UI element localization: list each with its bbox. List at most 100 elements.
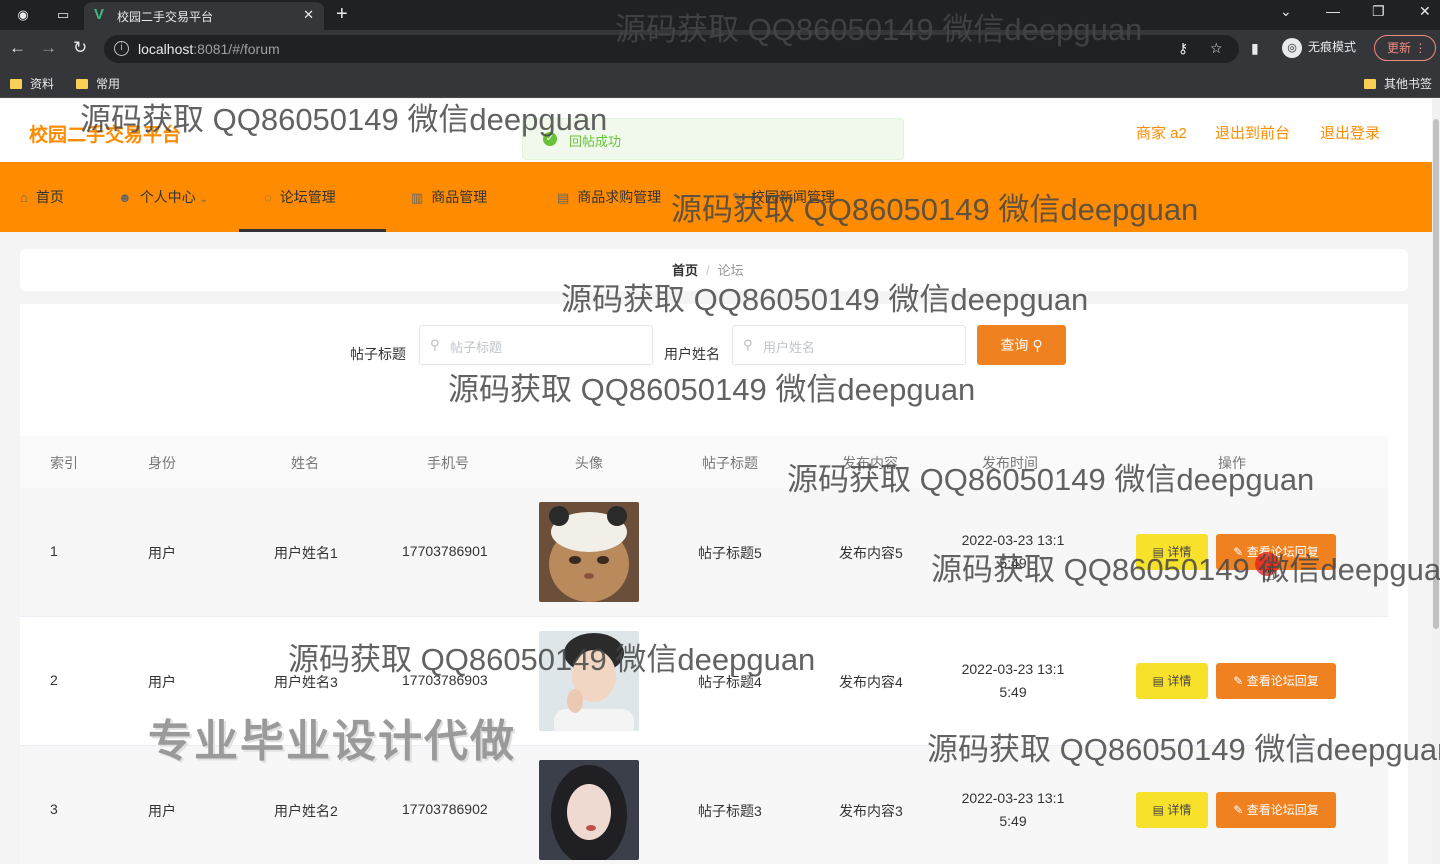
nav-label: 个人中心 (139, 189, 196, 205)
other-bookmarks[interactable]: 其他书签 (1364, 75, 1432, 92)
site-info-icon[interactable]: i (114, 41, 129, 56)
cell-phone: 17703786902 (402, 801, 488, 817)
watermark: 源码获取 QQ86050149 微信deepguan (615, 12, 1143, 47)
detail-label: 详情 (1167, 803, 1192, 817)
view-replies-button[interactable]: ✎ 查看论坛回复 (1216, 792, 1336, 828)
browser-tab[interactable]: V 校园二手交易平台 ✕ (84, 2, 324, 30)
exit-front-link[interactable]: 退出到前台 (1215, 122, 1290, 143)
detail-button[interactable]: ▤ 详情 (1136, 792, 1208, 828)
back-icon[interactable]: ← (9, 38, 26, 58)
query-button[interactable]: 查询 ⚲ (977, 325, 1066, 365)
view-replies-button[interactable]: ✎ 查看论坛回复 (1216, 663, 1336, 699)
restore-icon[interactable]: ❐ (1372, 3, 1385, 20)
new-tab-icon[interactable]: + (336, 3, 348, 26)
woman-avatar-image (539, 760, 639, 860)
cell-time: 2022-03-23 13:1 5:49 (943, 658, 1083, 704)
chevron-down-icon: ⌄ (199, 194, 208, 205)
promo-watermark: 专业毕业设计代做 (148, 717, 516, 766)
time-line2: 5:49 (999, 684, 1027, 700)
column-header: 头像 (575, 455, 603, 471)
nav-item-goods[interactable]: ▥ 商品管理 (411, 162, 487, 232)
detail-label: 详情 (1167, 674, 1192, 688)
update-button[interactable]: 更新 ⋮ (1374, 35, 1436, 61)
name-search-input[interactable]: ⚲ 用户姓名 (732, 325, 966, 365)
folder-icon (1364, 79, 1376, 89)
folder-icon (10, 79, 22, 89)
chevron-down-icon[interactable]: ⌄ (1280, 3, 1292, 20)
vue-logo-icon: V (94, 6, 105, 23)
detail-button[interactable]: ▤ 详情 (1136, 663, 1208, 699)
title-filter-label: 帖子标题 (350, 346, 406, 362)
home-icon: ⌂ (20, 190, 28, 205)
nav-item-home[interactable]: ⌂ 首页 (20, 162, 64, 232)
nav-item-purchase[interactable]: ▤ 商品求购管理 (557, 162, 661, 232)
minimize-icon[interactable]: — (1326, 3, 1340, 19)
watermark: 源码获取 QQ86050149 微信deepguan (561, 282, 1089, 317)
close-window-icon[interactable]: ✕ (1419, 3, 1431, 20)
user-link[interactable]: 商家 a2 (1136, 122, 1187, 143)
bookmark-label: 资料 (30, 77, 55, 91)
cell-role: 用户 (148, 803, 176, 819)
watermark: 源码获取 QQ86050149 微信deepguan (787, 462, 1315, 497)
cat-avatar-image (539, 502, 639, 602)
update-label: 更新 (1387, 41, 1412, 55)
key-icon[interactable]: ⚷ (1178, 40, 1188, 57)
reload-icon[interactable]: ↻ (73, 38, 87, 58)
cell-name: 用户姓名1 (274, 545, 338, 561)
url-path: :8081/#/forum (193, 41, 280, 57)
column-header: 姓名 (291, 455, 319, 471)
profile-icon[interactable]: ◉ (14, 6, 32, 24)
forward-icon[interactable]: → (40, 38, 57, 58)
bookmark-folder-common[interactable]: 常用 (76, 75, 120, 92)
column-header: 手机号 (427, 455, 469, 471)
watermark: 源码获取 QQ86050149 微信deepguan (80, 102, 608, 137)
bookmark-folder-docs[interactable]: 资料 (10, 75, 54, 92)
edit-icon: ✎ (1233, 674, 1244, 688)
avatar (539, 502, 639, 602)
title-search-input[interactable]: ⚲ 帖子标题 (419, 325, 653, 365)
column-header: 身份 (148, 455, 176, 471)
name-filter-label: 用户姓名 (664, 346, 720, 362)
folder-icon (76, 79, 88, 89)
cell-title: 帖子标题3 (698, 803, 762, 819)
tab-title: 校园二手交易平台 (117, 10, 214, 24)
cell-content: 发布内容3 (839, 803, 903, 819)
close-tab-icon[interactable]: ✕ (303, 7, 314, 23)
cell-index: 2 (50, 672, 58, 688)
cell-content: 发布内容5 (839, 545, 903, 561)
name-placeholder: 用户姓名 (763, 340, 816, 355)
incognito-indicator[interactable]: ◎ 无痕模式 (1282, 38, 1356, 58)
incognito-icon: ◎ (1282, 38, 1302, 58)
time-line1: 2022-03-23 13:1 (961, 790, 1065, 806)
incognito-label: 无痕模式 (1308, 40, 1357, 55)
cell-index: 1 (50, 543, 58, 559)
watermark: 源码获取 QQ86050149 微信deepguan (931, 552, 1440, 587)
tab-search-icon[interactable]: ▭ (54, 6, 72, 24)
cell-title: 帖子标题5 (698, 545, 762, 561)
star-icon[interactable]: ☆ (1210, 40, 1223, 57)
column-header: 帖子标题 (702, 455, 758, 471)
time-line2: 5:49 (999, 813, 1027, 829)
time-line1: 2022-03-23 13:1 (961, 661, 1065, 677)
watermark: 源码获取 QQ86050149 微信deepguan (927, 732, 1440, 767)
nav-item-forum[interactable]: ◌ 论坛管理 (239, 162, 386, 232)
goods-icon: ▥ (411, 190, 424, 205)
nav-label: 论坛管理 (279, 189, 336, 205)
nav-label: 商品求购管理 (577, 189, 662, 205)
cell-phone: 17703786901 (402, 543, 488, 559)
avatar (539, 760, 639, 860)
nav-label: 首页 (35, 189, 64, 205)
search-icon: ⚲ (1032, 337, 1043, 353)
bookmark-label: 常用 (96, 77, 121, 91)
sidebar-icon[interactable]: ▮ (1251, 40, 1259, 57)
purchase-icon: ▤ (557, 190, 570, 205)
nav-item-profile[interactable]: ☻ 个人中心 ⌄ (118, 162, 208, 232)
nav-label: 商品管理 (431, 189, 488, 205)
cell-index: 3 (50, 801, 58, 817)
logout-link[interactable]: 退出登录 (1320, 122, 1380, 143)
query-label: 查询 (1000, 337, 1029, 353)
watermark: 源码获取 QQ86050149 微信deepguan (448, 372, 976, 407)
search-icon: ⚲ (743, 337, 753, 352)
url-host: localhost (138, 41, 194, 57)
reply-label: 查看论坛回复 (1246, 803, 1319, 817)
